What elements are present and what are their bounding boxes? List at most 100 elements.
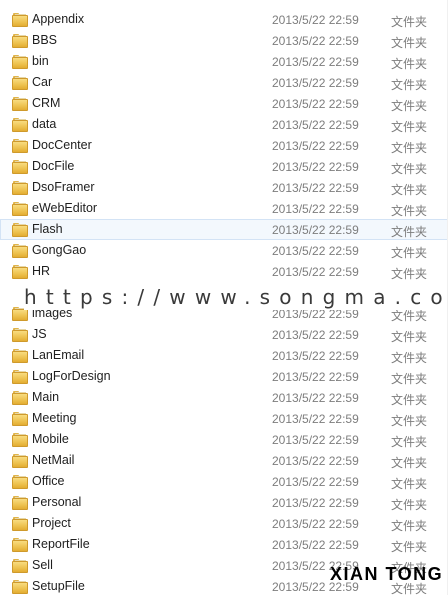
folder-icon [12, 118, 28, 132]
file-date: 2013/5/22 22:59 [272, 454, 359, 468]
folder-icon [12, 55, 28, 69]
file-row[interactable]: Main 2013/5/22 22:59 文件夹 [0, 387, 448, 408]
file-date: 2013/5/22 22:59 [272, 370, 359, 384]
file-row[interactable]: data 2013/5/22 22:59 文件夹 [0, 114, 448, 135]
folder-icon [12, 328, 28, 342]
file-type: 文件夹 [391, 204, 428, 218]
file-date: 2013/5/22 22:59 [272, 34, 359, 48]
folder-icon [12, 265, 28, 279]
file-row[interactable]: ReportFile 2013/5/22 22:59 文件夹 [0, 534, 448, 555]
folder-icon [12, 454, 28, 468]
file-type: 文件夹 [391, 372, 428, 386]
file-row[interactable]: Personal 2013/5/22 22:59 文件夹 [0, 492, 448, 513]
folder-icon [12, 34, 28, 48]
file-date: 2013/5/22 22:59 [272, 55, 359, 69]
folder-icon [12, 202, 28, 216]
file-date: 2013/5/22 22:59 [272, 349, 359, 363]
file-row[interactable]: HR 2013/5/22 22:59 文件夹 [0, 261, 448, 282]
file-type: 文件夹 [391, 540, 428, 554]
file-row[interactable]: Project 2013/5/22 22:59 文件夹 [0, 513, 448, 534]
file-row[interactable]: eWebEditor 2013/5/22 22:59 文件夹 [0, 198, 448, 219]
file-date: 2013/5/22 22:59 [272, 139, 359, 153]
file-type: 文件夹 [391, 267, 428, 281]
file-date: 2013/5/22 22:59 [272, 265, 359, 279]
file-type: 文件夹 [391, 141, 428, 155]
file-date: 2013/5/22 22:59 [272, 538, 359, 552]
file-name: eWebEditor [32, 201, 98, 215]
file-row[interactable]: bin 2013/5/22 22:59 文件夹 [0, 51, 448, 72]
folder-icon [12, 580, 28, 594]
file-date: 2013/5/22 22:59 [272, 433, 359, 447]
file-name: LogForDesign [32, 369, 111, 383]
file-row[interactable]: Mobile 2013/5/22 22:59 文件夹 [0, 429, 448, 450]
file-name: CRM [32, 96, 61, 110]
file-date: 2013/5/22 22:59 [272, 244, 359, 258]
file-row[interactable]: LanEmail 2013/5/22 22:59 文件夹 [0, 345, 448, 366]
watermark-text: https://www.songma.com [24, 284, 448, 310]
file-row[interactable]: DsoFramer 2013/5/22 22:59 文件夹 [0, 177, 448, 198]
file-type: 文件夹 [391, 498, 428, 512]
file-type: 文件夹 [391, 225, 428, 239]
file-date: 2013/5/22 22:59 [272, 97, 359, 111]
file-row[interactable]: DocFile 2013/5/22 22:59 文件夹 [0, 156, 448, 177]
file-row[interactable]: Appendix 2013/5/22 22:59 文件夹 [0, 9, 448, 30]
file-name: bin [32, 54, 49, 68]
file-name: data [32, 117, 57, 131]
file-row[interactable]: CRM 2013/5/22 22:59 文件夹 [0, 93, 448, 114]
file-type: 文件夹 [391, 120, 428, 134]
file-row[interactable]: Meeting 2013/5/22 22:59 文件夹 [0, 408, 448, 429]
file-date: 2013/5/22 22:59 [272, 181, 359, 195]
file-name: DsoFramer [32, 180, 95, 194]
file-type: 文件夹 [391, 330, 428, 344]
file-name: NetMail [32, 453, 75, 467]
folder-icon [12, 244, 28, 258]
file-type: 文件夹 [391, 246, 428, 260]
file-type: 文件夹 [391, 162, 428, 176]
file-row[interactable]: NetMail 2013/5/22 22:59 文件夹 [0, 450, 448, 471]
file-name: DocFile [32, 159, 75, 173]
folder-icon [12, 160, 28, 174]
folder-icon [12, 538, 28, 552]
file-date: 2013/5/22 22:59 [272, 517, 359, 531]
file-name: Car [32, 75, 53, 89]
file-type: 文件夹 [391, 435, 428, 449]
file-type: 文件夹 [391, 477, 428, 491]
file-date: 2013/5/22 22:59 [272, 13, 359, 27]
file-row[interactable]: GongGao 2013/5/22 22:59 文件夹 [0, 240, 448, 261]
file-date: 2013/5/22 22:59 [272, 328, 359, 342]
folder-icon [12, 559, 28, 573]
folder-icon [12, 223, 28, 237]
file-type: 文件夹 [391, 456, 428, 470]
file-row[interactable]: DocCenter 2013/5/22 22:59 文件夹 [0, 135, 448, 156]
file-date: 2013/5/22 22:59 [272, 412, 359, 426]
file-row[interactable]: BBS 2013/5/22 22:59 文件夹 [0, 30, 448, 51]
file-row[interactable]: Office 2013/5/22 22:59 文件夹 [0, 471, 448, 492]
folder-icon [12, 496, 28, 510]
file-name: GongGao [32, 243, 87, 257]
folder-icon [12, 76, 28, 90]
file-date: 2013/5/22 22:59 [272, 118, 359, 132]
file-name: Mobile [32, 432, 69, 446]
file-type: 文件夹 [391, 183, 428, 197]
folder-icon [12, 475, 28, 489]
file-type: 文件夹 [391, 57, 428, 71]
file-row[interactable]: Flash 2013/5/22 22:59 文件夹 [0, 219, 448, 240]
file-type: 文件夹 [391, 78, 428, 92]
folder-icon [12, 181, 28, 195]
folder-icon [12, 433, 28, 447]
file-row[interactable]: Car 2013/5/22 22:59 文件夹 [0, 72, 448, 93]
file-date: 2013/5/22 22:59 [272, 496, 359, 510]
file-name: ReportFile [32, 537, 90, 551]
file-name: Meeting [32, 411, 77, 425]
file-name: Main [32, 390, 60, 404]
file-name: Appendix [32, 12, 85, 26]
file-name: HR [32, 264, 51, 278]
file-row[interactable]: LogForDesign 2013/5/22 22:59 文件夹 [0, 366, 448, 387]
file-row[interactable]: JS 2013/5/22 22:59 文件夹 [0, 324, 448, 345]
file-date: 2013/5/22 22:59 [272, 475, 359, 489]
file-date: 2013/5/22 22:59 [272, 202, 359, 216]
file-name: LanEmail [32, 348, 85, 362]
file-name: JS [32, 327, 47, 341]
file-type: 文件夹 [391, 36, 428, 50]
folder-icon [12, 349, 28, 363]
